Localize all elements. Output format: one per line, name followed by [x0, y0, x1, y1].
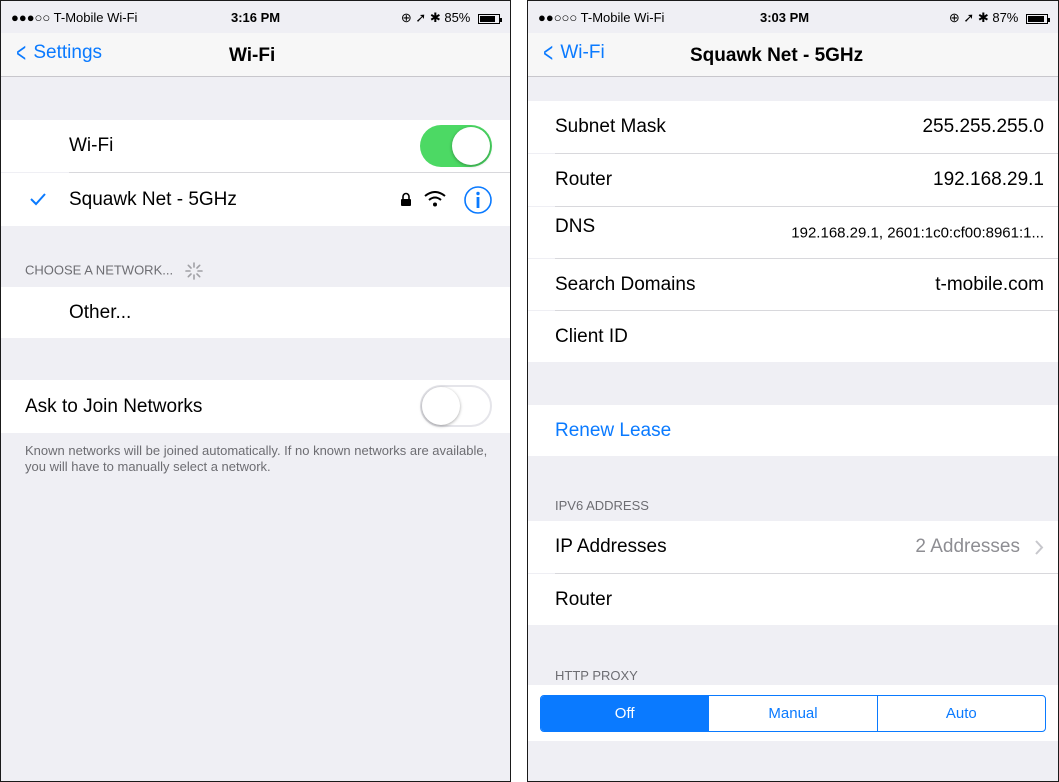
renew-lease-row[interactable]: Renew Lease: [528, 405, 1058, 456]
row-label: Client ID: [555, 325, 628, 347]
ask-to-join-switch[interactable]: [420, 385, 492, 427]
info-icon[interactable]: [463, 185, 493, 215]
client-id-row: Client ID: [528, 311, 1058, 362]
wifi-label: Wi-Fi: [69, 135, 114, 156]
ask-to-join-label: Ask to Join Networks: [25, 395, 203, 417]
ipv6-router-row: Router: [528, 574, 1058, 625]
lock-icon: [401, 192, 411, 206]
wifi-toggle-row: Wi-Fi: [1, 120, 510, 172]
other-label: Other...: [69, 301, 132, 323]
back-button-wifi[interactable]: < Wi-Fi: [540, 37, 605, 68]
loading-spinner-icon: [184, 262, 203, 280]
status-glyphs: ⊕ ➚ ✱: [400, 10, 441, 25]
http-proxy-header: HTTP PROXY: [555, 668, 638, 683]
http-proxy-segmented-control: Off Manual Auto: [540, 695, 1046, 732]
battery-icon: [1026, 13, 1050, 24]
dns-row: DNS 192.168.29.1, 2601:1c0:cf00:8961:1..…: [528, 207, 1058, 258]
choose-network-header: CHOOSE A NETWORK...: [25, 262, 203, 280]
chevron-right-icon: [1035, 540, 1044, 555]
subnet-mask-row: Subnet Mask 255.255.255.0: [528, 101, 1058, 153]
back-label: Wi-Fi: [560, 42, 605, 63]
router-row: Router 192.168.29.1: [528, 154, 1058, 206]
proxy-option-auto[interactable]: Auto: [876, 696, 1045, 731]
wifi-settings-screen: ●●●○○ T-Mobile Wi-Fi 3:16 PM ⊕ ➚ ✱ 85% <…: [0, 0, 511, 782]
status-bar: ●●●○○ T-Mobile Wi-Fi 3:16 PM ⊕ ➚ ✱ 85%: [1, 1, 510, 33]
page-title: Wi-Fi: [229, 45, 276, 66]
row-label: Router: [555, 169, 613, 190]
ask-to-join-row: Ask to Join Networks: [1, 380, 510, 433]
wifi-signal-icon: [424, 191, 446, 207]
back-button-settings[interactable]: < Settings: [13, 37, 103, 68]
clock: 3:03 PM: [760, 10, 810, 25]
navigation-bar: < Wi-Fi Squawk Net - 5GHz: [528, 33, 1058, 77]
battery-icon: [478, 13, 502, 24]
navigation-bar: < Settings Wi-Fi: [1, 33, 510, 77]
row-label: Search Domains: [555, 273, 696, 295]
wifi-switch[interactable]: [420, 125, 492, 167]
section-header-text: CHOOSE A NETWORK...: [25, 262, 174, 278]
network-detail-screen: ●●○○○ T-Mobile Wi-Fi 3:03 PM ⊕ ➚ ✱ 87% <…: [527, 0, 1059, 782]
search-domains-row: Search Domains t-mobile.com: [528, 259, 1058, 310]
row-label: IP Addresses: [555, 536, 667, 557]
switch-knob: [422, 387, 460, 425]
row-label: DNS: [555, 216, 596, 238]
status-icons: ⊕ ➚ ✱ 87%: [948, 10, 1050, 26]
ask-to-join-footer: Known networks will be joined automatica…: [25, 443, 488, 474]
clock: 3:16 PM: [231, 10, 281, 25]
row-value: 255.255.255.0: [922, 116, 1044, 137]
proxy-option-off[interactable]: Off: [541, 696, 709, 731]
row-value: 192.168.29.1: [933, 169, 1044, 190]
proxy-option-manual[interactable]: Manual: [708, 696, 876, 731]
row-label: Subnet Mask: [555, 116, 666, 137]
row-value: t-mobile.com: [935, 273, 1044, 295]
chevron-left-icon: <: [16, 37, 27, 68]
battery-percent: 87%: [992, 10, 1019, 25]
chevron-left-icon: <: [543, 37, 554, 68]
page-title: Squawk Net - 5GHz: [690, 45, 864, 66]
carrier-label: ●●●○○ T-Mobile Wi-Fi: [11, 10, 138, 25]
checkmark-icon: [30, 193, 46, 206]
battery-percent: 85%: [444, 10, 471, 25]
row-label: Router: [555, 588, 613, 610]
row-value: 192.168.29.1, 2601:1c0:cf00:8961:1...: [791, 224, 1044, 241]
other-network-row[interactable]: Other...: [1, 287, 510, 338]
back-label: Settings: [33, 42, 103, 63]
ip-addresses-row[interactable]: IP Addresses 2 Addresses: [528, 521, 1058, 573]
connected-network-row[interactable]: Squawk Net - 5GHz: [1, 173, 510, 226]
ipv6-header: IPV6 ADDRESS: [555, 498, 649, 513]
network-name: Squawk Net - 5GHz: [69, 188, 237, 210]
status-bar: ●●○○○ T-Mobile Wi-Fi 3:03 PM ⊕ ➚ ✱ 87%: [528, 1, 1058, 33]
row-value: 2 Addresses: [915, 536, 1020, 557]
status-icons: ⊕ ➚ ✱ 85%: [400, 10, 502, 26]
switch-knob: [452, 127, 490, 165]
carrier-label: ●●○○○ T-Mobile Wi-Fi: [538, 10, 665, 25]
status-glyphs: ⊕ ➚ ✱: [948, 10, 989, 25]
renew-lease-button[interactable]: Renew Lease: [555, 420, 671, 442]
